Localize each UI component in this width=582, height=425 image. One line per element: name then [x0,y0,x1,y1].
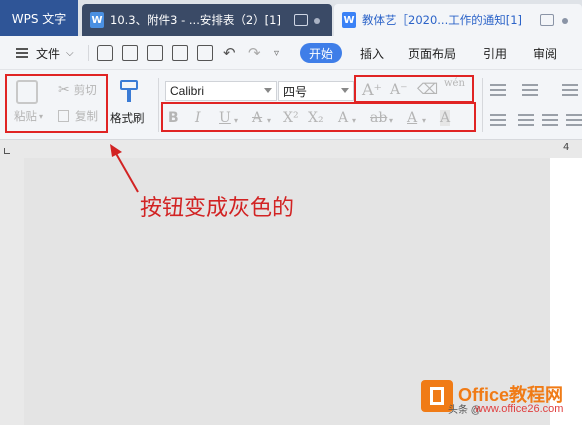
menu-bar: 文件 ⌵ ↶ ↷ ▿ 开始 插入 页面布局 引用 审阅 [0,36,582,70]
decrease-indent-icon[interactable] [562,84,578,96]
file-menu-label: 文件 [36,46,61,61]
print-preview-icon[interactable] [197,45,213,61]
save-as-icon[interactable] [147,45,163,61]
tab-document-2[interactable]: W 教体艺［2020...工作的通知[1] [334,4,582,36]
align-center-icon[interactable] [518,114,534,126]
align-right-icon[interactable] [542,114,558,126]
unsaved-dot-icon [314,18,320,24]
font-size-value: 四号 [283,84,308,99]
bullet-list-icon[interactable] [490,84,506,96]
customize-dropdown-icon[interactable]: ▿ [274,36,279,70]
ribbon-toolbar: 粘贴 ▾ ✂ 剪切 复制 格式刷 Calibri 四号 A⁺ A⁻ ⌫ wén … [0,70,582,140]
chevron-down-icon: ⌵ [66,47,74,59]
tab-insert[interactable]: 插入 [360,36,384,70]
document-icon: W [90,12,104,28]
format-painter-icon[interactable] [120,80,138,104]
highlight-box-font-size [354,75,474,103]
tab-references[interactable]: 引用 [483,36,507,70]
tab-bar: WPS 文字 W 10.3、附件3 - ...安排表（2）[1] W 教体艺［2… [0,0,582,36]
monitor-icon[interactable] [294,14,308,26]
justify-icon[interactable] [566,114,582,126]
print-icon[interactable] [172,45,188,61]
divider [482,78,483,132]
document-icon: W [342,12,356,28]
tab-wps-writer[interactable]: WPS 文字 [0,0,78,36]
monitor-icon[interactable] [540,14,554,26]
tab-review[interactable]: 审阅 [533,36,557,70]
divider [158,78,159,132]
chevron-down-icon [264,88,272,93]
font-size-select[interactable]: 四号 [278,81,354,101]
undo-icon[interactable]: ↶ [223,36,236,70]
format-painter-button[interactable]: 格式刷 [110,110,145,126]
align-left-icon[interactable] [490,114,506,126]
chevron-down-icon [341,88,349,93]
redo-icon[interactable]: ↷ [248,36,261,70]
save-icon[interactable] [122,45,138,61]
numbered-list-icon[interactable] [522,84,538,96]
unsaved-dot-icon [562,18,568,24]
hamburger-menu-icon[interactable] [16,48,28,58]
tab-document-1-title: 10.3、附件3 - ...安排表（2）[1] [110,13,281,27]
open-folder-icon[interactable] [97,45,113,61]
file-menu[interactable]: 文件 ⌵ [36,36,74,70]
watermark-url: www.office26.com [475,403,564,415]
highlight-box-clipboard [5,74,108,133]
font-name-select[interactable]: Calibri [165,81,277,101]
tab-stop-icon[interactable] [4,148,10,154]
tab-document-2-title: 教体艺［2020...工作的通知[1] [362,13,523,27]
divider [88,45,89,61]
tab-document-1[interactable]: W 10.3、附件3 - ...安排表（2）[1] [82,4,332,36]
tab-start[interactable]: 开始 [300,43,342,63]
annotation-text: 按钮变成灰色的 [140,196,295,221]
ruler: 4 [0,140,582,158]
font-name-value: Calibri [170,84,205,98]
highlight-box-font-format [161,102,476,132]
tab-page-layout[interactable]: 页面布局 [408,36,456,70]
ruler-number: 4 [563,142,570,153]
